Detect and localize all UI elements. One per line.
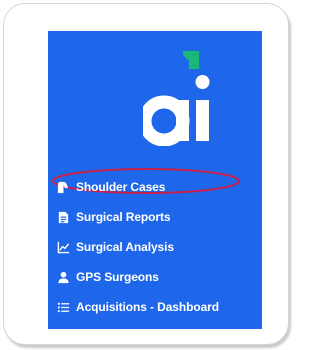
nav-item-acquisitions-dashboard[interactable]: Acquisitions - Dashboard <box>48 292 262 322</box>
nav-label: GPS Surgeons <box>76 270 159 284</box>
logo-accent-mark <box>183 51 199 69</box>
nav-item-shoulder-cases[interactable]: Shoulder Cases <box>48 172 262 202</box>
list-icon <box>56 300 70 314</box>
nav-label: Surgical Analysis <box>76 240 174 254</box>
nav-item-surgical-analysis[interactable]: Surgical Analysis <box>48 232 262 262</box>
document-icon <box>56 210 70 224</box>
screenshot-card: Shoulder Cases Surgical Reports Surgical… <box>3 3 289 345</box>
nav-label: Acquisitions - Dashboard <box>76 300 219 314</box>
ai-logo <box>143 51 210 146</box>
sidebar: Shoulder Cases Surgical Reports Surgical… <box>48 31 262 329</box>
nav-item-surgical-reports[interactable]: Surgical Reports <box>48 202 262 232</box>
nav-list: Shoulder Cases Surgical Reports Surgical… <box>48 172 262 322</box>
shoulder-icon <box>56 180 70 194</box>
user-icon <box>56 270 70 284</box>
line-chart-icon <box>56 240 70 254</box>
nav-item-gps-surgeons[interactable]: GPS Surgeons <box>48 262 262 292</box>
nav-label: Surgical Reports <box>76 210 171 224</box>
nav-label: Shoulder Cases <box>76 180 166 194</box>
